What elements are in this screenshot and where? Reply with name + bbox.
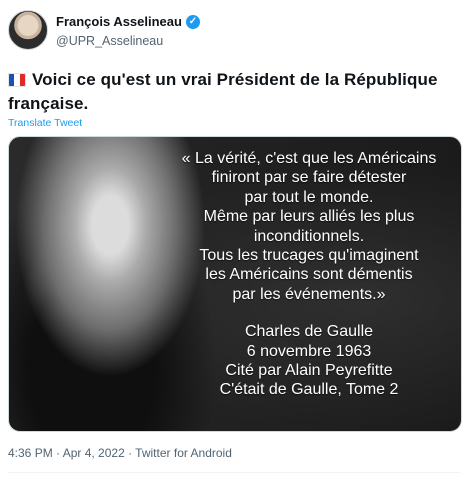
tweet-header: François Asselineau ✓ @UPR_Asselineau xyxy=(8,10,448,56)
attribution-line: C'était de Gaulle, Tome 2 xyxy=(219,381,399,399)
author-name-row: François Asselineau ✓ xyxy=(56,14,200,29)
france-flag-icon xyxy=(8,73,26,87)
quote-line: finiront par se faire détester xyxy=(211,169,407,187)
quote-line: Tous les trucages qu'imaginent xyxy=(199,247,419,265)
quote-line: Même par leurs alliés les plus xyxy=(203,208,415,226)
quote-text: « La vérité, c'est que les Américains fi… xyxy=(159,149,459,400)
avatar[interactable] xyxy=(8,10,48,50)
attribution-line: 6 novembre 1963 xyxy=(246,342,372,360)
tweet-text: Voici ce qu'est un vrai Président de la … xyxy=(8,68,458,116)
tweet-image[interactable]: « La vérité, c'est que les Américains fi… xyxy=(8,136,462,432)
quote-line: par tout le monde. xyxy=(244,188,374,206)
author-handle[interactable]: @UPR_Asselineau xyxy=(56,34,163,48)
translate-tweet-link[interactable]: Translate Tweet xyxy=(8,117,82,129)
author-name[interactable]: François Asselineau xyxy=(56,14,182,29)
quote-line: inconditionnels. xyxy=(253,227,365,245)
attribution-line: Cité par Alain Peyrefitte xyxy=(225,362,393,380)
quote-spacer xyxy=(159,304,459,322)
tweet-body: Voici ce qu'est un vrai Président de la … xyxy=(8,70,438,113)
quote-line: les Américains sont démentis xyxy=(205,266,413,284)
quote-line: « La vérité, c'est que les Américains xyxy=(181,150,437,167)
quote-line: par les événements.» xyxy=(232,285,386,303)
tweet-timestamp[interactable]: 4:36 PM · Apr 4, 2022 · Twitter for Andr… xyxy=(8,446,232,460)
divider xyxy=(8,472,460,473)
attribution-line: Charles de Gaulle xyxy=(244,323,374,341)
verified-badge-icon: ✓ xyxy=(185,14,200,29)
